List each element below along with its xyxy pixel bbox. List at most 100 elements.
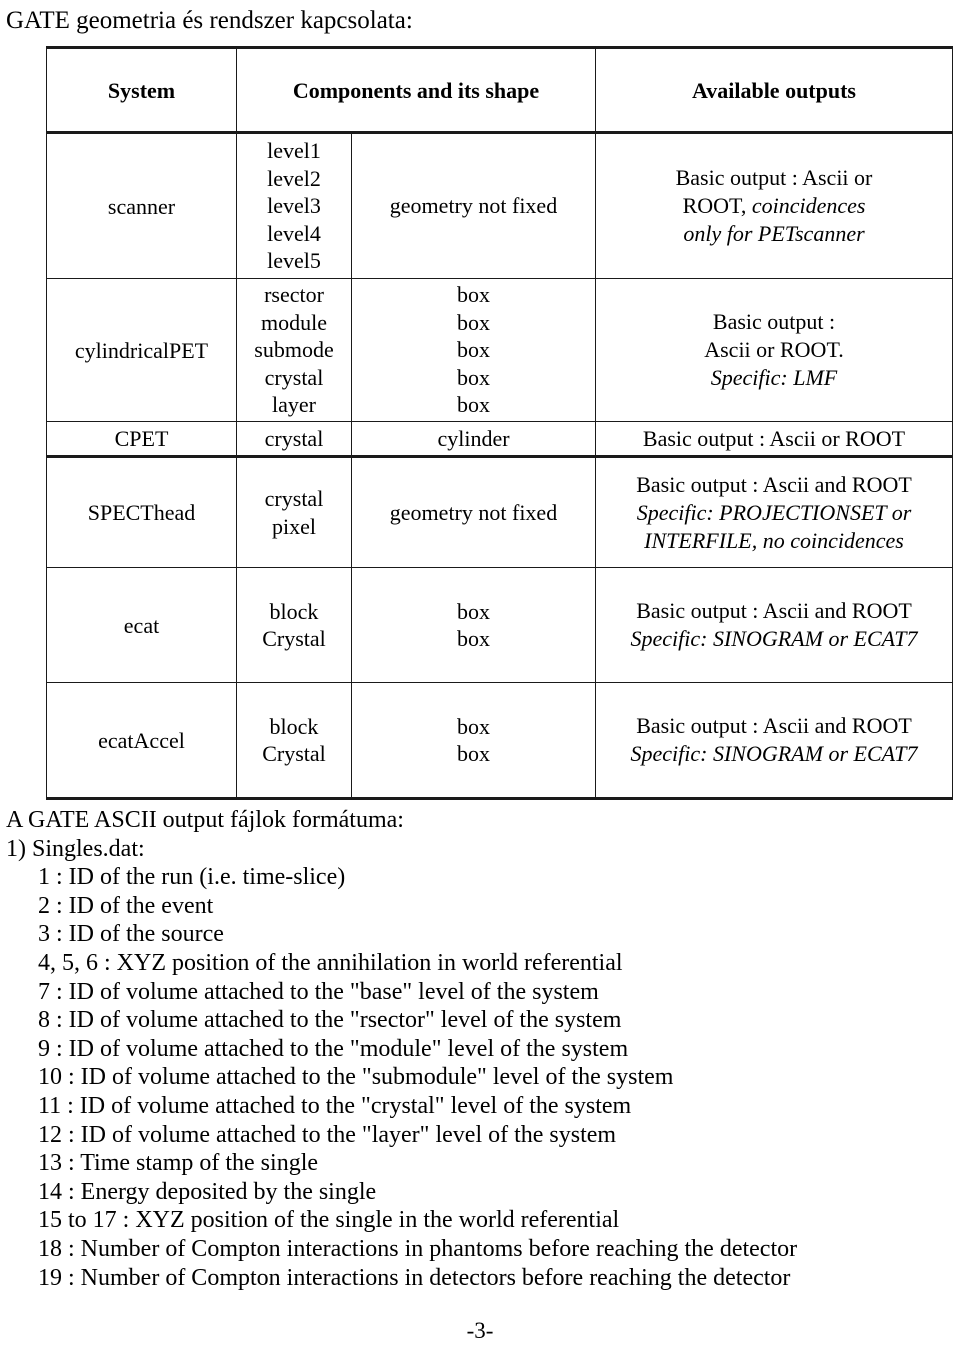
output-line: Basic output : Ascii and ROOT — [636, 471, 912, 497]
field-line: 4, 5, 6 : XYZ position of the annihilati… — [38, 949, 623, 976]
output-line: Specific: PROJECTIONSET or — [636, 499, 912, 525]
shapes-list: box box — [356, 713, 591, 768]
field-line: 10 : ID of volume attached to the "submo… — [38, 1064, 674, 1091]
field-line: 12 : ID of volume attached to the "layer… — [38, 1121, 617, 1148]
list-item: block — [269, 713, 319, 739]
page-number: -3- — [466, 1318, 494, 1343]
shapes-list: geometry not fixed — [356, 192, 591, 220]
list-item: box — [457, 364, 490, 390]
output-line: INTERFILE, no coincidences — [644, 527, 904, 553]
list-item: level2 — [267, 165, 321, 191]
list-item: Crystal — [262, 741, 326, 766]
components-cell: crystal — [236, 421, 352, 457]
list-item: geometry not fixed — [389, 193, 558, 219]
field-line: 15 to 17 : XYZ position of the single in… — [38, 1207, 620, 1234]
system-name: ecatAccel — [46, 682, 237, 800]
field-line: 19 : Number of Compton interactions in d… — [38, 1264, 791, 1291]
outputs-cell: Basic output : Ascii or ROOT. Specific: … — [595, 278, 953, 422]
output-line: Specific: LMF — [710, 365, 838, 390]
output-line: Basic output : Ascii and ROOT — [636, 598, 912, 623]
field-line: 14 : Energy deposited by the single — [38, 1178, 377, 1205]
system-name: cylindricalPET — [46, 278, 237, 422]
output-text-italic: coincidences — [751, 193, 866, 218]
list-item: box — [457, 741, 490, 766]
shapes-list: box box — [356, 598, 591, 653]
system-name: ecat — [46, 567, 237, 683]
system-geometry-table-container: System Components and its shape Availabl… — [46, 46, 953, 800]
components-list: block Crystal — [241, 598, 347, 653]
outputs-cell: Basic output : Ascii and ROOT Specific: … — [595, 682, 953, 800]
list-item: crystal — [264, 364, 324, 390]
components-list: level1 level2 level3 level4 level5 — [241, 137, 347, 275]
system-name: scanner — [46, 132, 237, 279]
components-list: rsector module submode crystal layer — [241, 281, 347, 419]
field-line: 3 : ID of the source — [38, 921, 224, 948]
column-header-system: System — [46, 46, 237, 134]
field-line: 1 : ID of the run (i.e. time-slice) — [38, 864, 346, 891]
output-line: Ascii or ROOT. — [704, 337, 844, 362]
list-item: level5 — [267, 248, 321, 274]
column-header-outputs: Available outputs — [595, 46, 953, 134]
components-cell: crystal pixel — [236, 455, 352, 568]
list-item: layer — [272, 392, 316, 418]
field-line: 7 : ID of volume attached to the "base" … — [38, 978, 599, 1005]
shapes-cell: geometry not fixed — [351, 132, 596, 279]
system-name: SPECThead — [46, 455, 237, 568]
document-page: GATE geometria és rendszer kapcsolata: S… — [0, 0, 960, 1352]
table-row: scanner level1 level2 level3 level4 leve… — [46, 132, 953, 279]
ascii-output-section: A GATE ASCII output fájlok formátuma: 1)… — [6, 806, 936, 1292]
table-row: ecat block Crystal box box Basic output … — [46, 567, 953, 683]
field-line: 13 : Time stamp of the single — [38, 1150, 319, 1177]
outputs-cell: Basic output : Ascii or ROOT, coincidenc… — [595, 132, 953, 279]
list-item: geometry not fixed — [389, 499, 558, 525]
components-cell: level1 level2 level3 level4 level5 — [236, 132, 352, 279]
components-list: crystal pixel — [241, 485, 347, 540]
list-item: box — [457, 598, 490, 624]
list-item: Crystal — [262, 626, 326, 651]
field-line: 11 : ID of volume attached to the "cryst… — [38, 1092, 632, 1119]
output-line: Basic output : Ascii and ROOT — [636, 713, 912, 738]
list-item: box — [457, 337, 490, 363]
page-title: GATE geometria és rendszer kapcsolata: — [6, 7, 413, 34]
shapes-list: box box box box box — [356, 281, 591, 419]
output-text-plain: ROOT, — [682, 193, 752, 218]
components-cell: block Crystal — [236, 567, 352, 683]
list-item: box — [457, 713, 490, 739]
column-header-components: Components and its shape — [236, 46, 596, 134]
outputs-cell: Basic output : Ascii or ROOT — [595, 421, 953, 457]
shapes-cell: box box — [351, 567, 596, 683]
shapes-cell: box box — [351, 682, 596, 800]
table-header-row: System Components and its shape Availabl… — [46, 46, 953, 134]
list-item: level3 — [267, 193, 321, 219]
shapes-cell: cylinder — [351, 421, 596, 457]
table-row: ecatAccel block Crystal box box Basic ou… — [46, 682, 953, 800]
list-item: block — [269, 598, 319, 624]
system-geometry-table: System Components and its shape Availabl… — [46, 46, 953, 800]
output-line: only for PETscanner — [683, 221, 865, 246]
list-item: box — [457, 392, 490, 418]
field-line: 8 : ID of volume attached to the "rsecto… — [38, 1007, 622, 1034]
field-line: 18 : Number of Compton interactions in p… — [38, 1235, 798, 1262]
output-line: Specific: SINOGRAM or ECAT7 — [630, 626, 918, 651]
list-item: box — [457, 626, 490, 651]
components-cell: rsector module submode crystal layer — [236, 278, 352, 422]
shapes-cell: geometry not fixed — [351, 455, 596, 568]
system-name: CPET — [46, 421, 237, 457]
section-subtitle: 1) Singles.dat: — [6, 835, 145, 862]
output-line: Basic output : Ascii or — [675, 165, 873, 190]
components-cell: block Crystal — [236, 682, 352, 800]
components-list: block Crystal — [241, 713, 347, 768]
shapes-list: geometry not fixed — [356, 499, 591, 527]
list-item: rsector — [264, 282, 324, 308]
section-title: A GATE ASCII output fájlok formátuma: — [6, 807, 404, 833]
shapes-cell: box box box box box — [351, 278, 596, 422]
field-line: 2 : ID of the event — [38, 892, 214, 919]
list-item: pixel — [272, 513, 316, 539]
outputs-cell: Basic output : Ascii and ROOT Specific: … — [595, 455, 953, 568]
outputs-cell: Basic output : Ascii and ROOT Specific: … — [595, 567, 953, 683]
table-row: cylindricalPET rsector module submode cr… — [46, 278, 953, 422]
list-item: crystal — [264, 486, 324, 511]
output-line: Basic output : — [712, 309, 836, 334]
table-row: SPECThead crystal pixel geometry not fix… — [46, 455, 953, 568]
field-line: 9 : ID of volume attached to the "module… — [38, 1035, 629, 1062]
